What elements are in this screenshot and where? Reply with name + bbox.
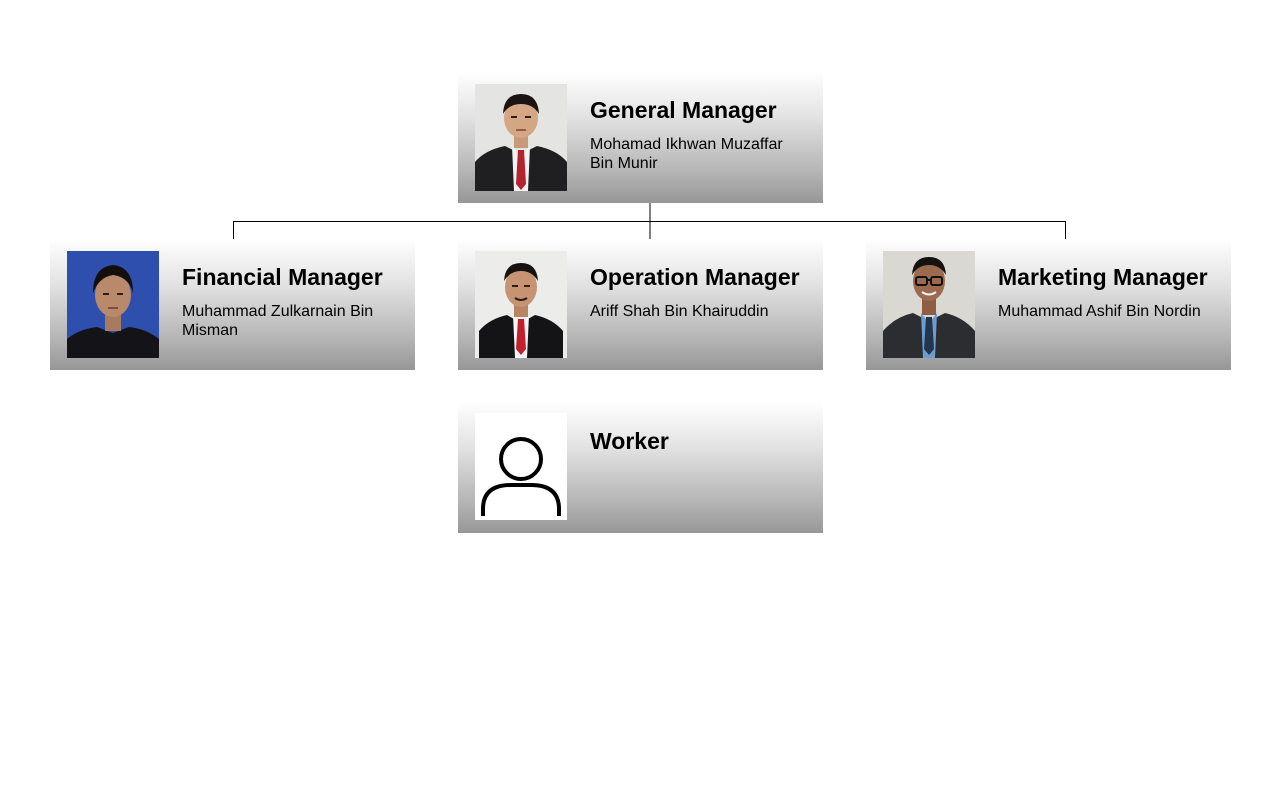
operation-manager-title: Operation Manager: [590, 264, 800, 290]
operation-manager-name: Ariff Shah Bin Khairuddin: [590, 303, 769, 320]
user-placeholder-icon: [475, 413, 567, 520]
marketing-manager-card: Marketing Manager Muhammad Ashif Bin Nor…: [866, 239, 1231, 370]
marketing-manager-photo: [883, 251, 975, 358]
operation-manager-card: Operation Manager Ariff Shah Bin Khairud…: [458, 239, 823, 370]
general-manager-photo: [475, 84, 567, 191]
financial-manager-card: Financial Manager Muhammad Zulkarnain Bi…: [50, 239, 415, 370]
marketing-manager-title: Marketing Manager: [998, 264, 1208, 290]
operation-manager-photo: [475, 251, 567, 358]
financial-manager-name: Muhammad Zulkarnain Bin Misman: [182, 303, 374, 339]
financial-manager-title: Financial Manager: [182, 264, 383, 290]
general-manager-card: General Manager Mohamad Ikhwan Muzaffar …: [458, 72, 823, 203]
financial-manager-photo: [67, 251, 159, 358]
marketing-manager-name: Muhammad Ashif Bin Nordin: [998, 303, 1201, 320]
worker-title: Worker: [590, 428, 669, 454]
general-manager-title: General Manager: [590, 97, 777, 123]
worker-card: Worker: [458, 402, 823, 533]
general-manager-name: Mohamad Ikhwan Muzaffar Bin Munir: [590, 136, 783, 172]
